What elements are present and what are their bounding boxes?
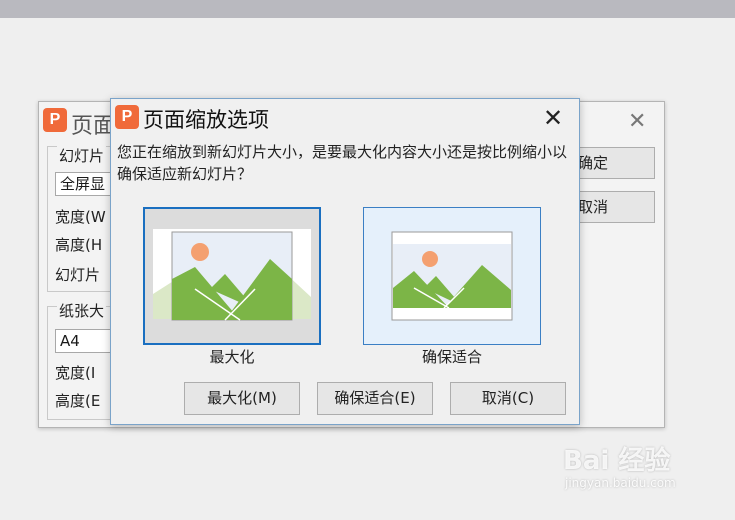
width-label: 宽度(W — [55, 208, 106, 226]
height-label: 高度(H — [55, 236, 103, 254]
scale-options-dialog: P 页面缩放选项 ✕ 您正在缩放到新幻灯片大小，是要最大化内容大小还是按比例缩小… — [110, 98, 580, 425]
cancel-button-label: 取消(C) — [481, 389, 535, 407]
page-setup-title: 页面 — [71, 113, 116, 138]
baidu-watermark: Bai 经验 jingyan.baidu.com — [563, 440, 713, 500]
slides-label: 幻灯片 — [55, 266, 101, 284]
close-icon[interactable]: ✕ — [543, 104, 563, 133]
question-text: 您正在缩放到新幻灯片大小，是要最大化内容大小还是按比例缩小以确保适应新幻灯片？ — [117, 143, 568, 183]
cancel-button[interactable]: 取消 — [569, 191, 655, 223]
paper-width-label: 宽度(I — [55, 364, 96, 382]
close-icon[interactable]: ✕ — [628, 108, 646, 134]
ensure-fit-button-label: 确保适合(E) — [334, 389, 416, 407]
maximize-button-label: 最大化(M) — [207, 389, 277, 407]
ensure-fit-option[interactable] — [363, 207, 541, 345]
ok-button-label: 确定 — [578, 154, 609, 172]
maximize-option[interactable] — [143, 207, 321, 345]
watermark-url: jingyan.baidu.com — [565, 476, 676, 490]
slide-size-group-label: 幻灯片 — [57, 145, 107, 166]
watermark-brand: Bai 经验 — [563, 446, 671, 476]
paper-height-label: 高度(E — [55, 392, 101, 410]
paper-size-select[interactable]: A4 — [55, 329, 115, 353]
dialog-title: 页面缩放选项 — [143, 108, 269, 132]
top-bar — [0, 0, 735, 18]
maximize-option-label: 最大化 — [209, 348, 255, 366]
ensure-fit-preview-image — [391, 231, 513, 321]
cancel-button[interactable]: 取消(C) — [450, 382, 566, 415]
paper-size-group-label: 纸张大 — [57, 300, 107, 321]
slide-size-select[interactable]: 全屏显 — [55, 172, 115, 196]
maximize-preview-image — [153, 229, 311, 321]
ensure-fit-option-label: 确保适合 — [421, 348, 482, 366]
cancel-button-label: 取消 — [578, 198, 609, 216]
app-logo-icon: P — [115, 105, 139, 129]
ok-button[interactable]: 确定 — [569, 147, 655, 179]
maximize-button[interactable]: 最大化(M) — [184, 382, 300, 415]
ensure-fit-button[interactable]: 确保适合(E) — [317, 382, 433, 415]
app-logo-icon: P — [43, 108, 67, 132]
